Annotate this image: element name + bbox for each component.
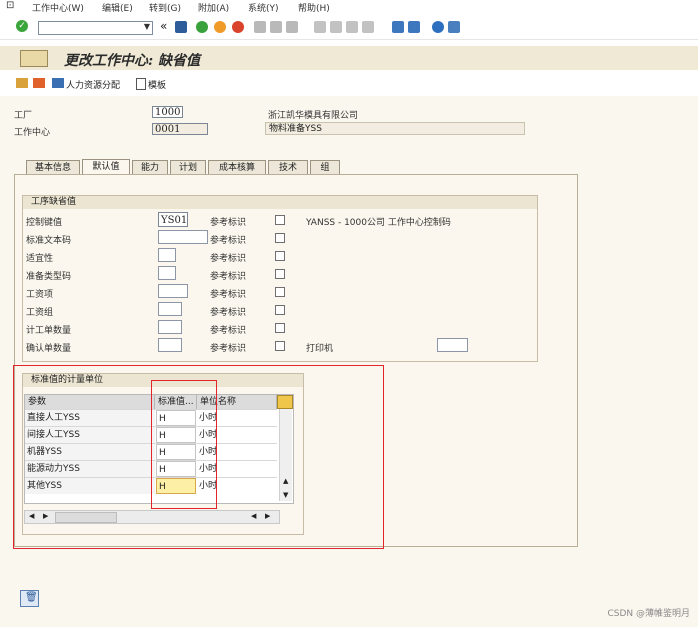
setup-type-field[interactable] — [158, 266, 176, 280]
time-tickets-field[interactable] — [158, 320, 182, 334]
ref-indicator-label-3: 参考标识 — [210, 254, 247, 264]
tab-group[interactable]: 组 — [310, 160, 340, 174]
ref-indicator-checkbox-7[interactable] — [275, 323, 285, 333]
suitability-field[interactable] — [158, 248, 176, 262]
help-icon[interactable] — [432, 21, 444, 33]
back-icon[interactable] — [196, 21, 208, 33]
annotation-column-box — [151, 380, 217, 509]
printer-field[interactable] — [437, 338, 468, 352]
control-key-label: 控制键值 — [26, 218, 63, 228]
app-menu-icon[interactable]: ⊡ — [6, 0, 14, 11]
find-icon[interactable] — [270, 21, 282, 33]
ref-indicator-label-2: 参考标识 — [210, 236, 247, 246]
hierarchy-icon[interactable] — [16, 78, 28, 88]
menu-item-help[interactable]: 帮助(H) — [298, 1, 330, 14]
hr-assign-icon[interactable] — [52, 78, 64, 88]
plant-description: 浙江凯华模具有限公司 — [268, 111, 359, 121]
ref-indicator-checkbox-3[interactable] — [275, 251, 285, 261]
group-title: 工序缺省值 — [23, 196, 537, 209]
confirmations-field[interactable] — [158, 338, 182, 352]
menu-item-workcenter[interactable]: 工作中心(W) — [32, 1, 84, 14]
command-field[interactable]: ▼ — [38, 21, 153, 35]
suitability-label: 适宜性 — [26, 254, 54, 264]
tab-default-values[interactable]: 默认值 — [82, 159, 130, 174]
shortcut-icon[interactable] — [408, 21, 420, 33]
menu-bar: ⊡ 工作中心(W) 编辑(E) 转到(G) 附加(A) 系统(Y) 帮助(H) — [0, 0, 698, 14]
confirmations-label: 确认单数量 — [26, 344, 72, 354]
exit-icon[interactable] — [214, 21, 226, 33]
save-icon[interactable] — [175, 21, 187, 33]
wage-group-field[interactable] — [158, 302, 182, 316]
menu-item-edit[interactable]: 编辑(E) — [102, 1, 133, 14]
tab-capacities[interactable]: 能力 — [132, 160, 168, 174]
wage-type-label: 工资项 — [26, 290, 54, 300]
find-next-icon[interactable] — [286, 21, 298, 33]
title-bar: 更改工作中心: 缺省值 — [0, 46, 698, 70]
print-icon[interactable] — [254, 21, 266, 33]
hr-assign-button[interactable]: 人力资源分配 — [66, 78, 120, 91]
ref-indicator-label-4: 参考标识 — [210, 272, 247, 282]
workcenter-label: 工作中心 — [14, 128, 51, 138]
time-tickets-label: 计工单数量 — [26, 326, 72, 336]
history-icon[interactable]: « — [160, 19, 167, 33]
trash-icon: 🗑 — [25, 592, 38, 603]
workcenter-icon — [20, 50, 48, 67]
setup-type-label: 准备类型码 — [26, 272, 72, 282]
ref-indicator-checkbox-1[interactable] — [275, 215, 285, 225]
control-key-description: YANSS - 1000公司 工作中心控制码 — [306, 218, 451, 228]
tab-scheduling[interactable]: 计划 — [170, 160, 206, 174]
ref-indicator-label-5: 参考标识 — [210, 290, 247, 300]
cancel-icon[interactable] — [232, 21, 244, 33]
tab-basic-data[interactable]: 基本信息 — [26, 160, 80, 174]
watermark: CSDN @薄帷鉴明月 — [607, 609, 690, 619]
ref-indicator-checkbox-6[interactable] — [275, 305, 285, 315]
first-page-icon[interactable] — [314, 21, 326, 33]
ref-indicator-label-8: 参考标识 — [210, 344, 247, 354]
capacity-icon[interactable] — [33, 78, 45, 88]
tab-technical[interactable]: 技术 — [268, 160, 308, 174]
layout-menu-icon[interactable] — [448, 21, 460, 33]
control-key-field[interactable]: YS01 — [158, 212, 188, 227]
last-page-icon[interactable] — [362, 21, 374, 33]
previous-page-icon[interactable] — [330, 21, 342, 33]
ref-indicator-label-6: 参考标识 — [210, 308, 247, 318]
std-text-key-label: 标准文本码 — [26, 236, 72, 246]
printer-label: 打印机 — [306, 344, 334, 354]
ref-indicator-checkbox-2[interactable] — [275, 233, 285, 243]
template-button[interactable]: 模板 — [148, 78, 166, 91]
next-page-icon[interactable] — [346, 21, 358, 33]
menu-item-goto[interactable]: 转到(G) — [149, 1, 181, 14]
workcenter-field[interactable]: 0001 — [152, 123, 208, 135]
plant-field[interactable]: 1000 — [152, 106, 183, 118]
standard-toolbar: ✓ ▼ « — [0, 15, 698, 40]
delete-button[interactable]: 🗑 — [20, 590, 39, 607]
workcenter-description: 物料准备YSS — [265, 122, 525, 135]
ref-indicator-checkbox-8[interactable] — [275, 341, 285, 351]
menu-item-system[interactable]: 系统(Y) — [248, 1, 279, 14]
template-icon[interactable] — [136, 78, 146, 90]
plant-label: 工厂 — [14, 111, 33, 121]
command-dropdown-icon[interactable]: ▼ — [144, 22, 150, 31]
ref-indicator-label-7: 参考标识 — [210, 326, 247, 336]
wage-type-field[interactable] — [158, 284, 188, 298]
menu-item-extras[interactable]: 附加(A) — [198, 1, 229, 14]
wage-group-label: 工资组 — [26, 308, 54, 318]
new-session-icon[interactable] — [392, 21, 404, 33]
tab-costing[interactable]: 成本核算 — [208, 160, 266, 174]
page-title: 更改工作中心: 缺省值 — [64, 53, 201, 69]
ref-indicator-checkbox-5[interactable] — [275, 287, 285, 297]
application-toolbar: 人力资源分配 模板 — [0, 72, 698, 94]
enter-check-icon[interactable]: ✓ — [16, 20, 28, 32]
ref-indicator-label-1: 参考标识 — [210, 218, 247, 228]
std-text-key-field[interactable] — [158, 230, 208, 244]
ref-indicator-checkbox-4[interactable] — [275, 269, 285, 279]
